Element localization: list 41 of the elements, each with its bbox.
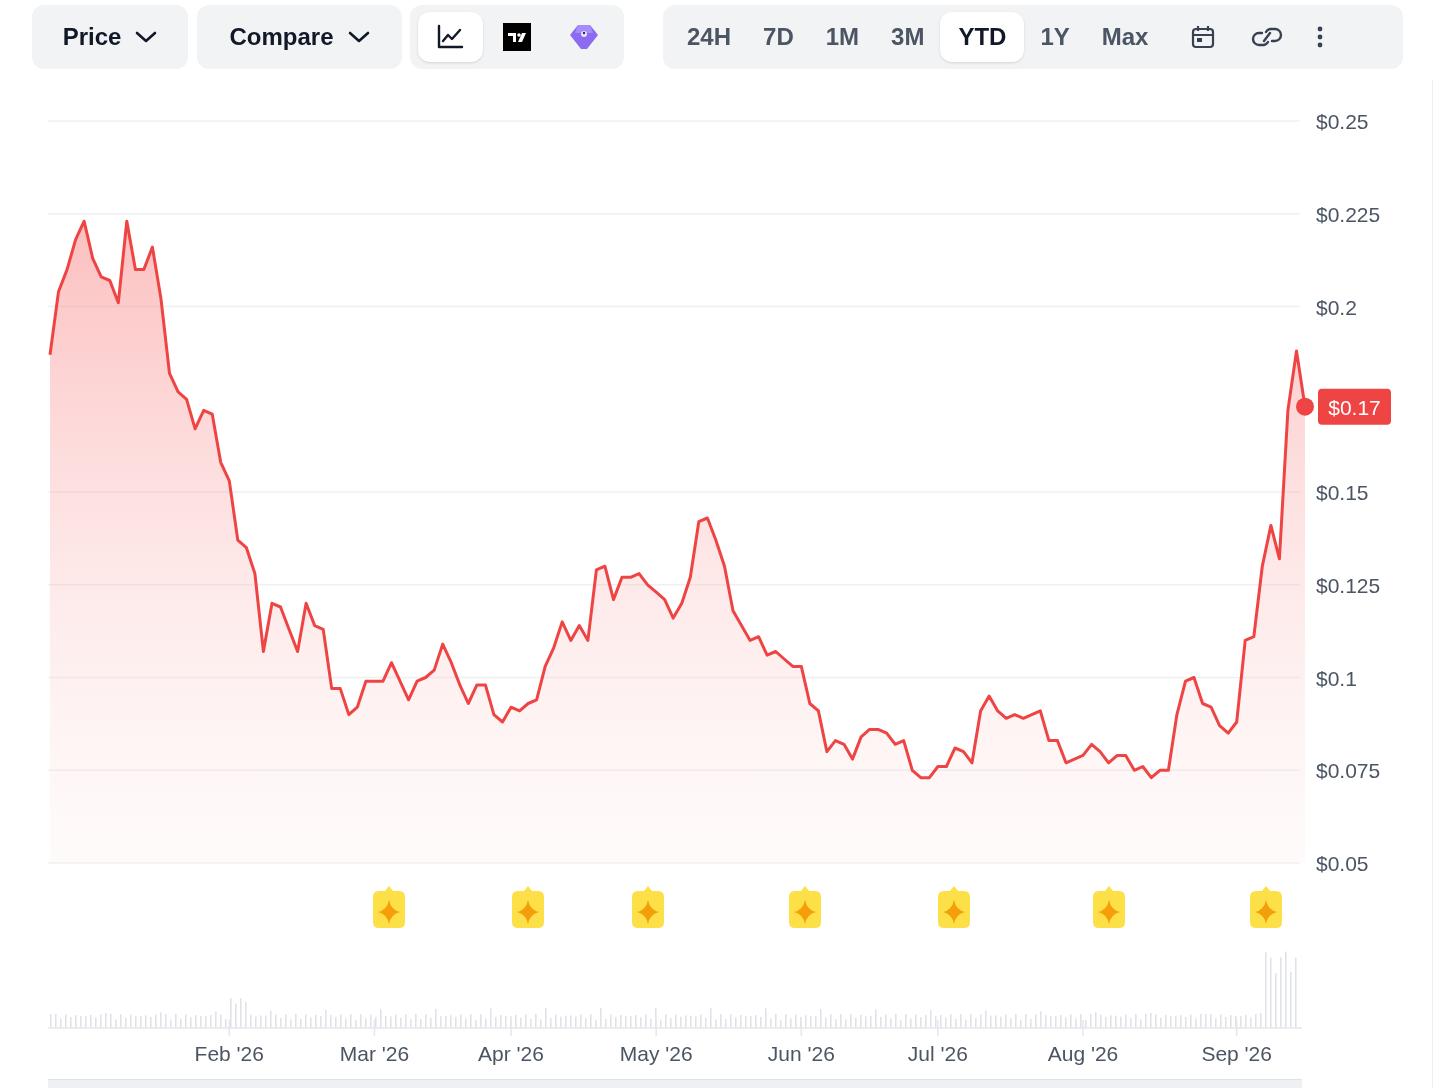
price-dropdown[interactable]: Price	[32, 5, 188, 69]
y-axis-label: $0.25	[1316, 110, 1369, 133]
x-axis-label: May '26	[619, 1042, 693, 1065]
sparkle-marker-icon[interactable]	[789, 886, 821, 928]
gem-icon	[568, 23, 599, 51]
y-axis-label: $0.075	[1316, 759, 1381, 783]
line-chart-icon	[436, 24, 465, 50]
y-axis-label: $0.125	[1316, 573, 1381, 597]
compare-dropdown[interactable]: Compare	[197, 5, 402, 69]
current-price-badge: $0.17	[1318, 388, 1391, 425]
range-tab[interactable]: 24H	[671, 12, 748, 62]
sparkle-marker-icon[interactable]	[1250, 886, 1282, 928]
chevron-down-icon	[135, 30, 158, 44]
sparkle-marker-icon[interactable]	[1093, 886, 1125, 928]
range-tab[interactable]: 3M	[875, 12, 941, 62]
range-tab[interactable]: Max	[1085, 12, 1165, 62]
chevron-down-icon	[347, 30, 370, 44]
y-axis-label: $0.05	[1316, 852, 1369, 875]
range-tab[interactable]: 7D	[747, 12, 810, 62]
y-axis-label: $0.15	[1316, 481, 1369, 504]
sparkle-marker-icon[interactable]	[938, 886, 970, 928]
y-axis-label: $0.225	[1316, 202, 1381, 226]
candlestick-logo-icon	[503, 23, 531, 51]
current-price-dot	[1296, 397, 1314, 416]
view-mode-button[interactable]	[418, 12, 483, 62]
y-axis-label: $0.1	[1316, 666, 1357, 690]
navigator-bar[interactable]	[48, 1079, 1302, 1088]
x-axis-label: Aug '26	[1047, 1042, 1119, 1065]
sparkle-marker-icon[interactable]	[512, 886, 544, 928]
sparkle-marker-icon[interactable]	[373, 886, 405, 928]
range-tab[interactable]: YTD	[940, 12, 1025, 62]
x-axis-label: Feb '26	[194, 1042, 264, 1065]
x-axis-label: Jul '26	[907, 1042, 968, 1065]
y-axis-label: $0.2	[1316, 295, 1357, 319]
x-axis-label: Apr '26	[478, 1042, 544, 1065]
sparkle-marker-icon[interactable]	[632, 886, 664, 928]
range-tab[interactable]: 1Y	[1024, 12, 1086, 62]
x-axis-label: Jun '26	[767, 1042, 835, 1065]
range-tab[interactable]: 1M	[809, 12, 876, 62]
x-axis-label: Mar '26	[339, 1042, 410, 1065]
x-axis-label: Sep '26	[1201, 1042, 1272, 1065]
